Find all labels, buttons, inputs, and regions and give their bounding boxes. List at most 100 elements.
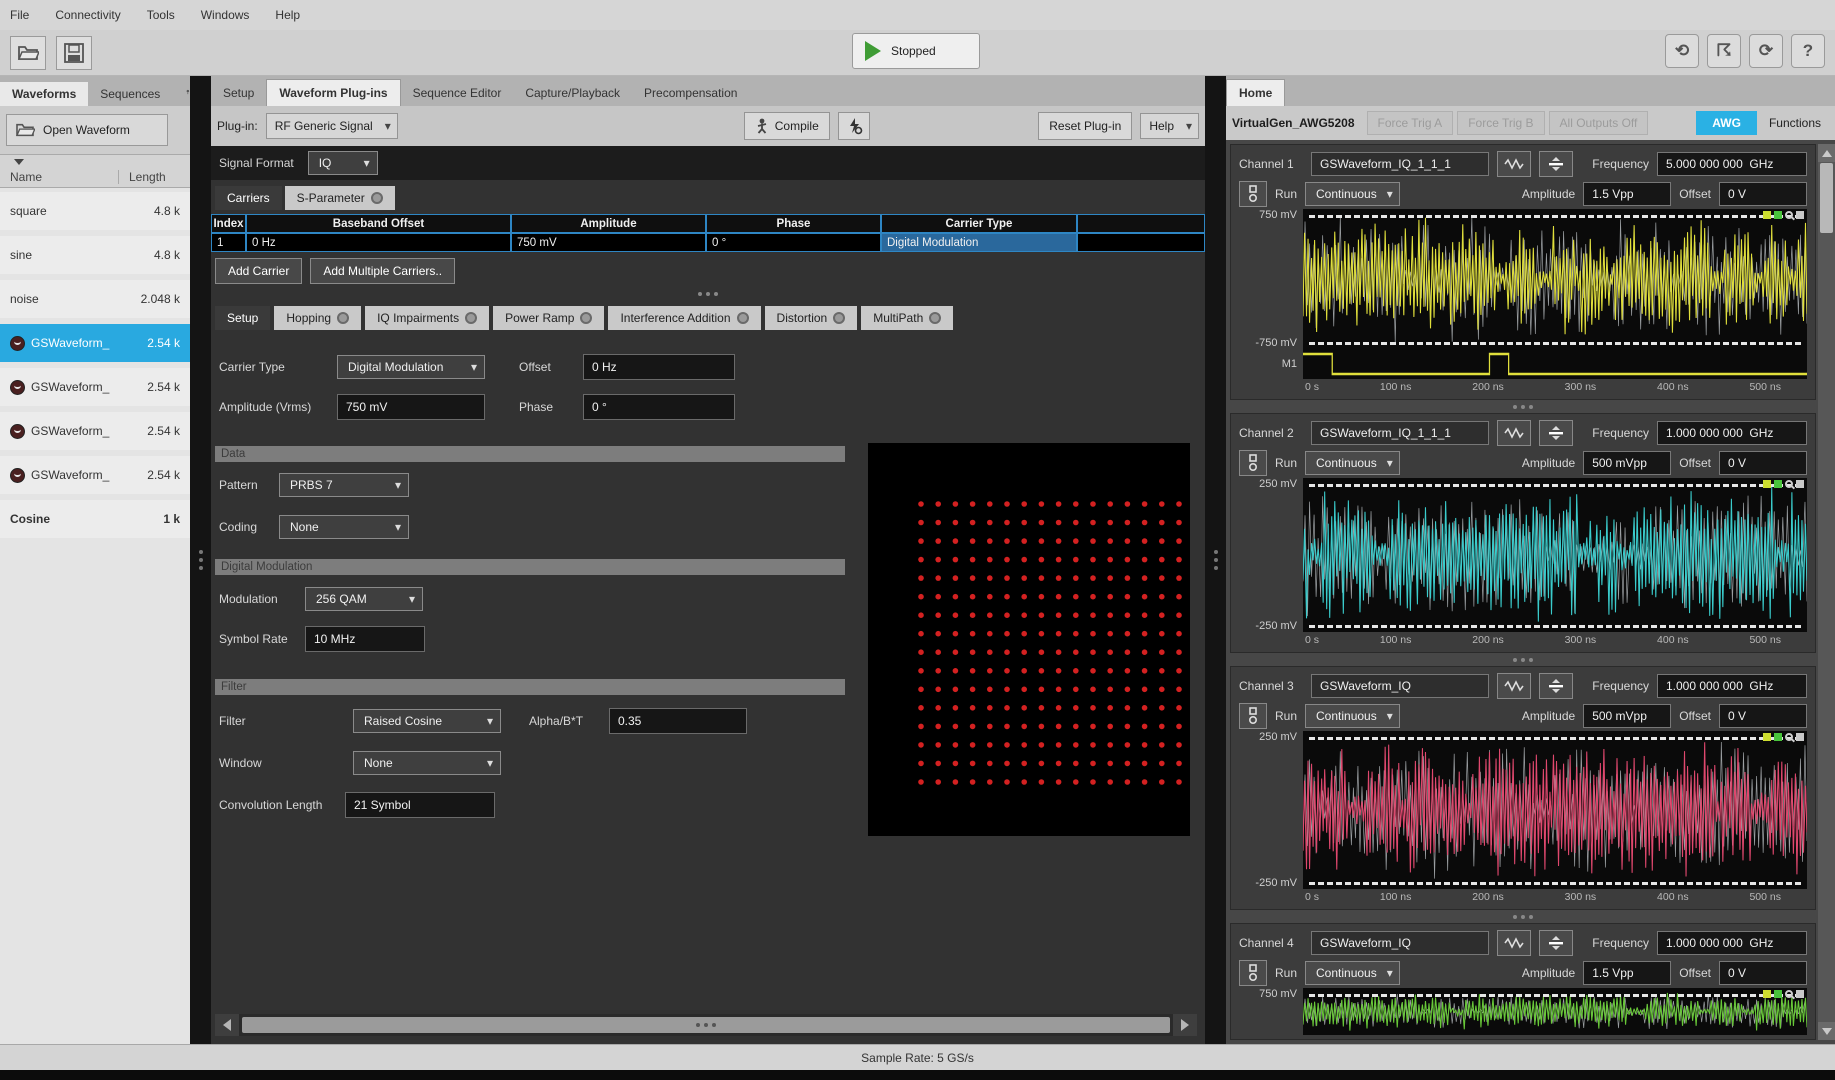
right-splitter[interactable] (1205, 76, 1226, 1044)
waveform-assign-icon[interactable] (1497, 673, 1531, 699)
splitter-grip[interactable] (211, 292, 1205, 296)
tab-s-parameter[interactable]: S-Parameter (285, 186, 395, 210)
run-stop-button[interactable]: Stopped (852, 33, 980, 69)
subtab-setup[interactable]: Setup (215, 306, 270, 330)
output-toggle-icon[interactable] (1239, 960, 1267, 986)
output-toggle-icon[interactable] (1239, 450, 1267, 476)
list-item-cosine[interactable]: Cosine1 k (0, 500, 190, 538)
zoom-icon[interactable] (1785, 211, 1793, 219)
list-item-gswaveform[interactable]: GSWaveform_2.54 k (0, 368, 190, 406)
menu-file[interactable]: File (10, 8, 29, 22)
subtab-interference-addition[interactable]: Interference Addition (608, 306, 760, 330)
waveform-assign-icon[interactable] (1497, 151, 1531, 177)
scrollbar-thumb[interactable] (1820, 163, 1833, 233)
carrier-table-row[interactable]: 1 0 Hz 750 mV 0 ° Digital Modulation (211, 233, 1205, 252)
channel-offset-input[interactable] (1719, 451, 1807, 475)
menu-windows[interactable]: Windows (201, 8, 250, 22)
scrollbar-thumb[interactable] (242, 1017, 1170, 1033)
awg-mode-button[interactable]: AWG (1696, 111, 1757, 135)
scroll-left-icon[interactable] (215, 1014, 239, 1036)
list-item-sine[interactable]: sine4.8 k (0, 236, 190, 274)
scroll-down-icon[interactable] (1818, 1022, 1835, 1040)
waveform-assign-icon[interactable] (1497, 420, 1531, 446)
channel-separator[interactable] (1230, 910, 1816, 923)
convolution-length-input[interactable] (345, 792, 495, 818)
scroll-right-icon[interactable] (1173, 1014, 1197, 1036)
compile-settings-button[interactable] (838, 112, 870, 140)
list-item-gswaveform-selected[interactable]: GSWaveform_2.54 k (0, 324, 190, 362)
channel-offset-input[interactable] (1719, 182, 1807, 206)
marker-setup-icon[interactable] (1539, 151, 1573, 177)
pattern-select[interactable]: PRBS 7 (279, 473, 409, 497)
subtab-power-ramp[interactable]: Power Ramp (493, 306, 604, 330)
force-trig-a-button[interactable]: Force Trig A (1367, 111, 1454, 135)
help-icon[interactable]: ? (1791, 34, 1825, 68)
vertical-scrollbar[interactable] (1818, 144, 1835, 1040)
open-file-button[interactable] (10, 36, 46, 70)
functions-mode-button[interactable]: Functions (1761, 111, 1829, 135)
tab-home[interactable]: Home (1226, 79, 1285, 106)
list-item-noise[interactable]: noise2.048 k (0, 280, 190, 318)
symbol-rate-input[interactable] (305, 626, 425, 652)
channel-waveform-input[interactable] (1311, 152, 1489, 176)
open-waveform-button[interactable]: Open Waveform (6, 114, 168, 146)
subtab-iq-impairments[interactable]: IQ Impairments (365, 306, 489, 330)
carrier-type-select[interactable]: Digital Modulation (337, 355, 485, 379)
channel-amplitude-input[interactable] (1583, 961, 1671, 985)
marker-setup-icon[interactable] (1539, 930, 1573, 956)
run-mode-select[interactable]: Continuous (1305, 182, 1400, 206)
zoom-icon[interactable] (1785, 990, 1793, 998)
menu-connectivity[interactable]: Connectivity (55, 8, 120, 22)
add-multiple-carriers-button[interactable]: Add Multiple Carriers.. (310, 258, 455, 284)
plugin-select[interactable]: RF Generic Signal (266, 113, 398, 139)
horizontal-scrollbar[interactable] (215, 1014, 1197, 1036)
menu-help[interactable]: Help (275, 8, 300, 22)
alpha-input[interactable] (609, 708, 747, 734)
touch-mode-icon[interactable]: ☈ (1707, 34, 1741, 68)
filter-select[interactable]: Raised Cosine (353, 709, 501, 733)
left-splitter[interactable] (190, 76, 211, 1044)
force-trig-b-button[interactable]: Force Trig B (1457, 111, 1544, 135)
channel-amplitude-input[interactable] (1583, 704, 1671, 728)
maximize-icon[interactable] (1796, 480, 1804, 488)
zoom-icon[interactable] (1785, 733, 1793, 741)
channel-waveform-input[interactable] (1311, 931, 1489, 955)
scroll-up-icon[interactable] (1818, 144, 1835, 162)
tab-waveforms[interactable]: Waveforms (0, 82, 88, 106)
tab-carriers[interactable]: Carriers (215, 186, 282, 210)
all-outputs-off-button[interactable]: All Outputs Off (1549, 111, 1649, 135)
save-file-button[interactable] (56, 36, 92, 70)
run-mode-select[interactable]: Continuous (1305, 451, 1400, 475)
tab-capture-playback[interactable]: Capture/Playback (513, 80, 632, 106)
compile-button[interactable]: Compile (744, 112, 830, 140)
reset-plugin-button[interactable]: Reset Plug-in (1038, 112, 1132, 140)
amplitude-input[interactable] (337, 394, 485, 420)
maximize-icon[interactable] (1796, 733, 1804, 741)
frequency-input[interactable] (1657, 152, 1807, 176)
run-mode-select[interactable]: Continuous (1305, 704, 1400, 728)
modulation-select[interactable]: 256 QAM (305, 587, 423, 611)
tab-precompensation[interactable]: Precompensation (632, 80, 749, 106)
refresh-icon[interactable]: ⟳ (1749, 34, 1783, 68)
column-name[interactable]: Name (0, 170, 118, 184)
window-select[interactable]: None (353, 751, 501, 775)
frequency-input[interactable] (1657, 421, 1807, 445)
maximize-icon[interactable] (1796, 211, 1804, 219)
tab-waveform-plugins[interactable]: Waveform Plug-ins (266, 79, 400, 106)
offset-input[interactable] (583, 354, 735, 380)
subtab-distortion[interactable]: Distortion (765, 306, 858, 330)
zoom-icon[interactable] (1785, 480, 1793, 488)
channel-offset-input[interactable] (1719, 961, 1807, 985)
output-toggle-icon[interactable] (1239, 181, 1267, 207)
tab-sequences[interactable]: Sequences (88, 82, 172, 106)
menu-tools[interactable]: Tools (147, 8, 175, 22)
marker-setup-icon[interactable] (1539, 673, 1573, 699)
frequency-input[interactable] (1657, 674, 1807, 698)
channel-waveform-input[interactable] (1311, 421, 1489, 445)
channel-waveform-input[interactable] (1311, 674, 1489, 698)
output-toggle-icon[interactable] (1239, 703, 1267, 729)
subtab-multipath[interactable]: MultiPath (861, 306, 953, 330)
signal-format-select[interactable]: IQ (308, 151, 378, 175)
marker-setup-icon[interactable] (1539, 420, 1573, 446)
list-column-header[interactable]: Name Length (0, 154, 190, 188)
